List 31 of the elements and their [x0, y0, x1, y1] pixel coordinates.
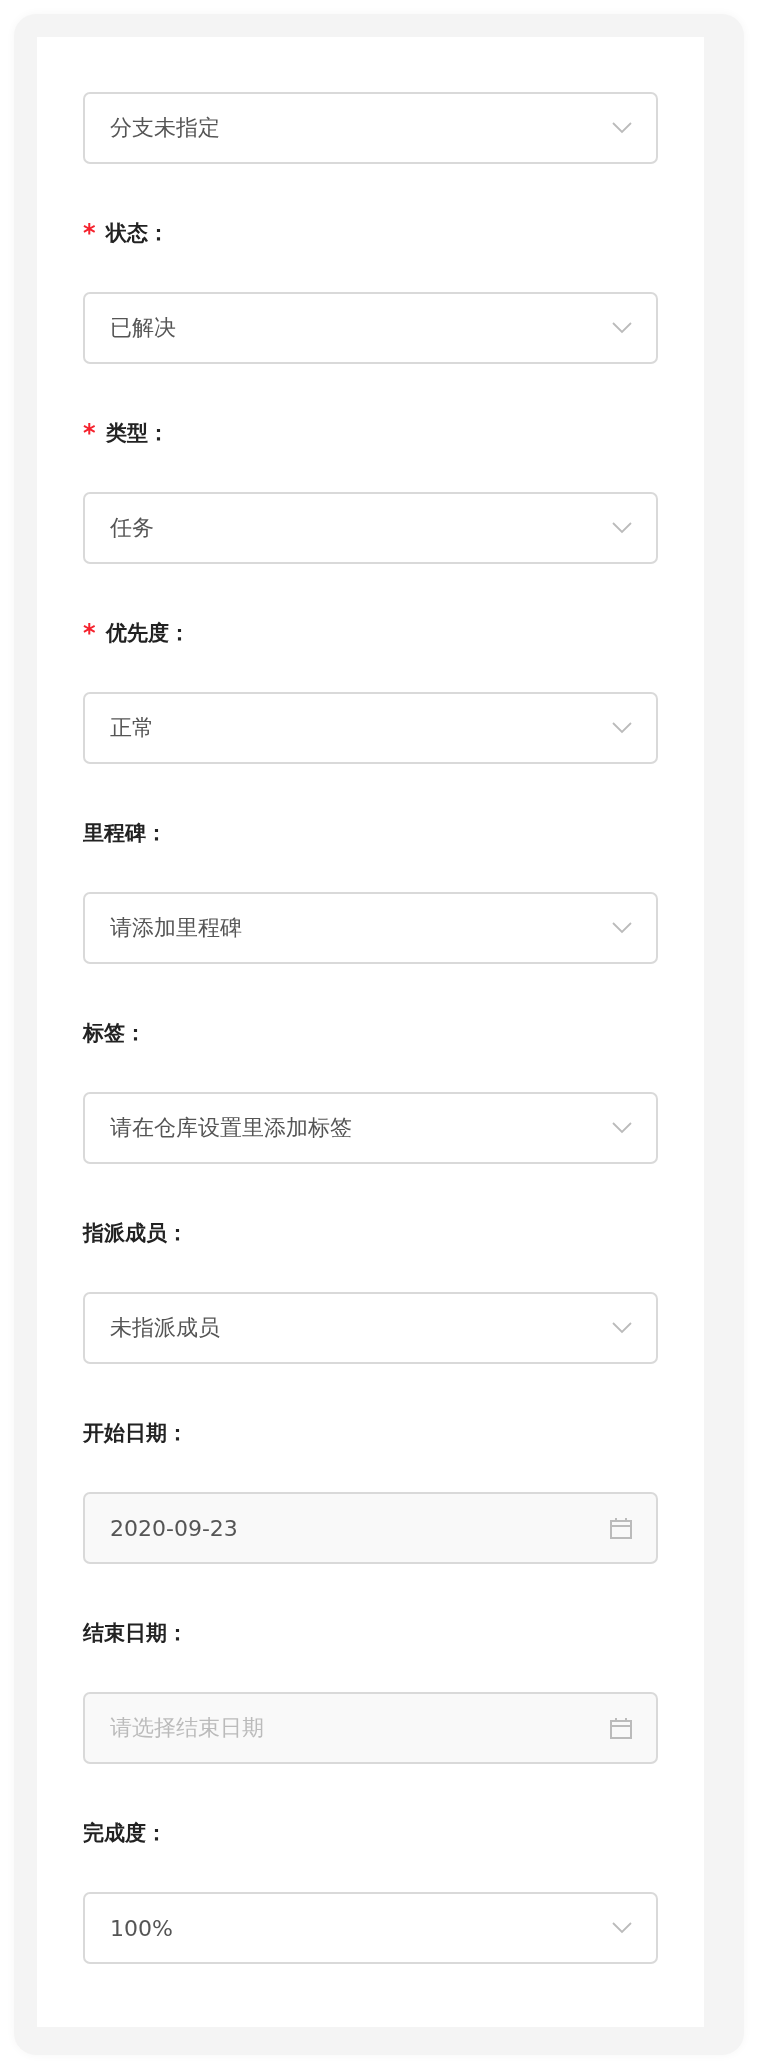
select-field[interactable]: 任务	[83, 492, 658, 564]
required-mark: *	[83, 419, 96, 447]
chevron-down-icon	[612, 1122, 632, 1134]
date-field[interactable]: 2020-09-23	[83, 1492, 658, 1564]
required-mark: *	[83, 619, 96, 647]
field-label: 里程碑：	[83, 820, 167, 847]
select-field[interactable]: 已解决	[83, 292, 658, 364]
chevron-down-icon	[612, 922, 632, 934]
field-label: 开始日期：	[83, 1420, 188, 1447]
chevron-down-icon	[612, 522, 632, 534]
calendar-icon	[610, 1717, 632, 1739]
field-label: 指派成员：	[83, 1220, 188, 1247]
chevron-down-icon	[612, 722, 632, 734]
field-label: 标签：	[83, 1020, 146, 1047]
select-field[interactable]: 100%	[83, 1892, 658, 1964]
chevron-down-icon	[612, 122, 632, 134]
field-label: 结束日期：	[83, 1620, 188, 1647]
select-field[interactable]: 正常	[83, 692, 658, 764]
chevron-down-icon	[612, 1322, 632, 1334]
select-field[interactable]: 请在仓库设置里添加标签	[83, 1092, 658, 1164]
chevron-down-icon	[612, 1922, 632, 1934]
chevron-down-icon	[612, 322, 632, 334]
calendar-icon	[610, 1517, 632, 1539]
select-field[interactable]: 请添加里程碑	[83, 892, 658, 964]
field-label: 类型：	[105, 420, 169, 447]
field-label: 优先度：	[105, 620, 190, 647]
required-mark: *	[83, 219, 96, 247]
select-field[interactable]: 分支未指定	[83, 92, 658, 164]
select-field[interactable]: 未指派成员	[83, 1292, 658, 1364]
field-label: 状态：	[105, 220, 169, 247]
field-label: 完成度：	[83, 1820, 167, 1847]
